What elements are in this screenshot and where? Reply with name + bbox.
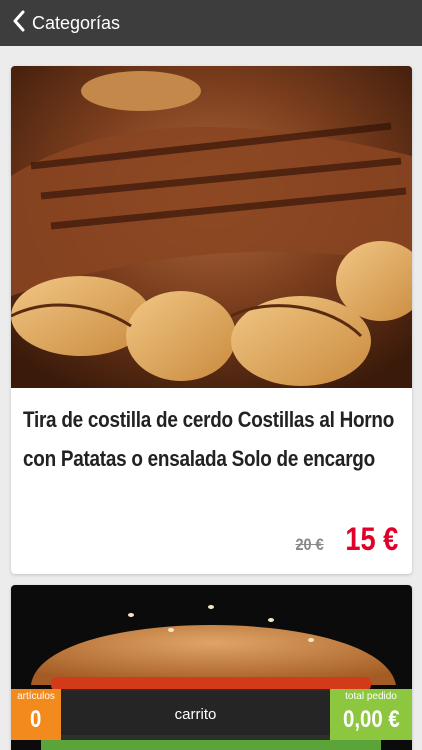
old-price: 20 € [295, 535, 324, 554]
cart-total-box: total pedido 0,00 € [330, 689, 412, 740]
cart-total-label: total pedido [345, 691, 397, 702]
price-row: 20 € 15 € [293, 521, 398, 558]
cart-bar[interactable]: artículos 0 carrito total pedido 0,00 € [11, 689, 412, 740]
cart-button[interactable]: carrito [61, 689, 330, 740]
back-label: Categorías [32, 12, 121, 33]
product-card[interactable]: Tira de costilla de cerdo Costillas al H… [11, 66, 412, 574]
cart-count-box: artículos 0 [11, 689, 61, 740]
cart-count-label: artículos [17, 691, 55, 702]
back-button[interactable]: Categorías [0, 0, 120, 46]
cart-label: carrito [174, 706, 217, 723]
product-photo [11, 66, 412, 388]
current-price: 15 € [345, 521, 398, 557]
cart-count: 0 [30, 706, 42, 733]
cart-total: 0,00 € [342, 706, 400, 733]
top-navigation-bar: Categorías [0, 0, 422, 46]
chevron-left-icon [12, 10, 26, 37]
product-title: Tira de costilla de cerdo Costillas al H… [23, 407, 395, 471]
